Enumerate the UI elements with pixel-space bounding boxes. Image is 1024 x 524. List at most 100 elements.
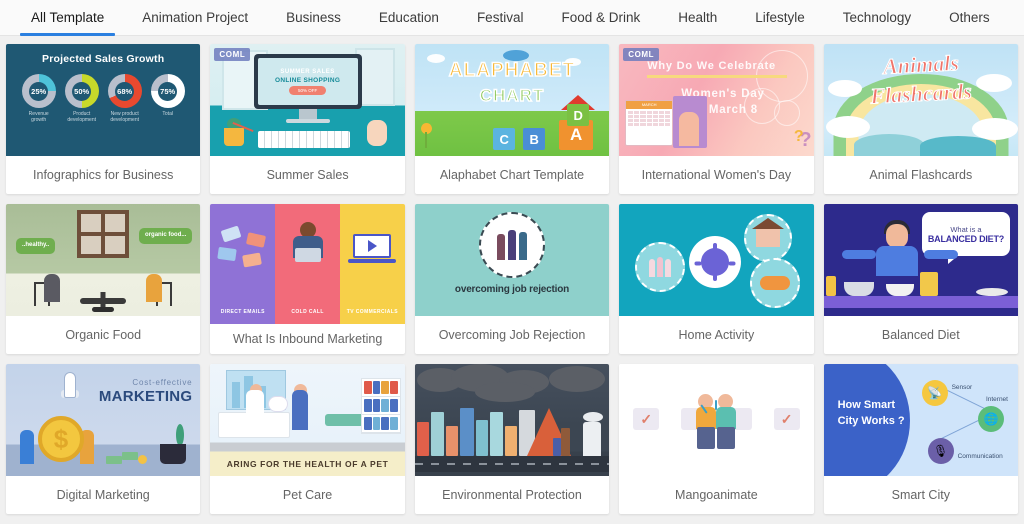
template-card[interactable]: COML Why Do We Celebrate Women's Day on … bbox=[619, 44, 814, 194]
donut-chart-group: 25% Revenue growth 50% Product developme… bbox=[21, 74, 186, 124]
template-caption: What Is Inbound Marketing bbox=[232, 331, 383, 346]
template-thumbnail: How Smart City Works ? 📡 Sensor 🌐 Intern… bbox=[823, 364, 1018, 476]
tab-lifestyle[interactable]: Lifestyle bbox=[736, 0, 824, 36]
panel-direct-emails: DIRECT EMAILS bbox=[210, 204, 276, 324]
template-thumbnail: COML SUMMER SALES ONLINE SHOPPING 50% OF… bbox=[210, 44, 405, 156]
tab-festival[interactable]: Festival bbox=[458, 0, 543, 36]
template-thumbnail: What is a BALANCED DIET? bbox=[823, 204, 1018, 316]
template-thumbnail bbox=[414, 364, 610, 476]
checkbox-icon: ✓ bbox=[633, 408, 660, 430]
template-card[interactable]: overcoming job rejection Overcoming Job … bbox=[414, 204, 610, 354]
template-card[interactable]: ARING FOR THE HEALTH OF A PET Pet Care bbox=[210, 364, 405, 514]
template-thumbnail: Cost-effective MARKETING $ bbox=[6, 364, 201, 476]
donut-value: 75% bbox=[160, 86, 176, 96]
box-icon bbox=[919, 272, 938, 296]
donut-label: New product development bbox=[110, 111, 139, 124]
plant-icon bbox=[176, 424, 185, 446]
person-illustration bbox=[44, 274, 60, 302]
person-legs bbox=[697, 427, 716, 449]
building-decor bbox=[475, 420, 488, 456]
envelope-icon bbox=[220, 225, 242, 243]
chimney-decor bbox=[552, 438, 561, 456]
people-circle bbox=[635, 242, 686, 292]
monitor-base bbox=[285, 119, 330, 123]
template-card[interactable]: ..healthy.. organic food... Organic Food bbox=[6, 204, 201, 354]
template-caption: Environmental Protection bbox=[442, 488, 582, 502]
screen-cta: 50% OFF bbox=[288, 85, 327, 95]
tab-label: Lifestyle bbox=[755, 9, 805, 25]
template-caption: Summer Sales bbox=[266, 168, 349, 182]
template-card[interactable]: Environmental Protection bbox=[414, 364, 610, 514]
template-card[interactable]: Projected Sales Growth 25% Revenue growt… bbox=[6, 44, 201, 194]
building-decor bbox=[445, 426, 458, 456]
thumb-title: Projected Sales Growth bbox=[42, 53, 165, 65]
calendar-month: MARCH bbox=[626, 101, 673, 109]
person-illustration bbox=[679, 112, 700, 146]
tab-technology[interactable]: Technology bbox=[824, 0, 930, 36]
letter-block: D bbox=[567, 104, 590, 126]
dog-icon bbox=[268, 396, 289, 412]
tab-health[interactable]: Health bbox=[659, 0, 736, 36]
template-thumbnail: ALAPHABET CHART C B A D bbox=[414, 44, 610, 156]
template-card[interactable]: How Smart City Works ? 📡 Sensor 🌐 Intern… bbox=[823, 364, 1018, 514]
tab-others[interactable]: Others bbox=[930, 0, 1009, 36]
template-card[interactable]: Cost-effective MARKETING $ Digital Marke… bbox=[6, 364, 201, 514]
monitor-illustration: SUMMER SALES ONLINE SHOPPING 50% OFF bbox=[253, 54, 362, 109]
food-circle bbox=[749, 258, 800, 308]
template-card[interactable]: ✓ ✓ Mangoanimate bbox=[619, 364, 814, 514]
template-card[interactable]: What is a BALANCED DIET? Balanced Diet bbox=[823, 204, 1018, 354]
template-card[interactable]: COML SUMMER SALES ONLINE SHOPPING 50% OF… bbox=[210, 44, 405, 194]
donut-item: 25% Revenue growth bbox=[21, 74, 57, 124]
tab-all-template[interactable]: All Template bbox=[12, 0, 123, 36]
art-word-1: ALAPHABET bbox=[448, 59, 576, 82]
person-illustration bbox=[716, 392, 737, 449]
building-decor bbox=[416, 422, 429, 456]
hill-decor bbox=[853, 134, 924, 156]
calendar-grid bbox=[626, 109, 672, 128]
template-grid: Projected Sales Growth 25% Revenue growt… bbox=[0, 36, 1024, 514]
envelope-icon bbox=[217, 246, 238, 262]
template-thumbnail: DIRECT EMAILS COLD CALL TV COMMERCIALS bbox=[210, 204, 405, 324]
house-circle bbox=[743, 214, 792, 262]
template-thumbnail: Animals Flashcards bbox=[823, 44, 1018, 156]
tab-label: All Template bbox=[31, 9, 105, 25]
headline-1: Cost-effective bbox=[132, 378, 193, 387]
table-surface bbox=[823, 296, 1018, 308]
building-decor bbox=[459, 408, 474, 456]
person-illustration bbox=[496, 234, 505, 260]
template-card[interactable]: Animals Flashcards Animal Flashcards bbox=[823, 44, 1018, 194]
donut-ring: 68% bbox=[107, 74, 142, 108]
envelope-icon bbox=[242, 252, 263, 268]
person-torso bbox=[875, 246, 918, 276]
headline-underline bbox=[647, 75, 788, 78]
banner-text: ARING FOR THE HEALTH OF A PET bbox=[226, 459, 389, 469]
bubble-decor bbox=[773, 100, 800, 126]
template-card[interactable]: ALAPHABET CHART C B A D Alaphabet Chart … bbox=[414, 44, 610, 194]
cloud-icon bbox=[825, 116, 870, 138]
template-badge: COML bbox=[214, 48, 251, 61]
coin-icon: $ bbox=[38, 416, 84, 462]
headline-2: MARKETING bbox=[98, 388, 193, 405]
tab-food-and-drink[interactable]: Food & Drink bbox=[542, 0, 659, 36]
tab-animation-project[interactable]: Animation Project bbox=[123, 0, 267, 36]
money-icon bbox=[122, 452, 138, 460]
table-top bbox=[80, 298, 127, 304]
building-decor bbox=[489, 412, 503, 456]
tab-education[interactable]: Education bbox=[360, 0, 458, 36]
tab-label: Others bbox=[949, 9, 990, 25]
donut-value: 50% bbox=[74, 86, 90, 96]
template-caption: Pet Care bbox=[282, 488, 333, 502]
plate-icon bbox=[975, 288, 1008, 296]
stem-decor bbox=[424, 132, 427, 148]
building-decor bbox=[232, 382, 241, 408]
template-caption: Overcoming Job Rejection bbox=[438, 328, 586, 342]
template-card[interactable]: DIRECT EMAILS COLD CALL TV COMMERCIALS W… bbox=[210, 204, 405, 354]
tab-label: Health bbox=[678, 9, 718, 25]
sensor-icon: 📡 bbox=[921, 380, 948, 406]
calendar-illustration: MARCH bbox=[625, 100, 674, 146]
coin-small-icon bbox=[138, 455, 147, 464]
tab-business[interactable]: Business bbox=[267, 0, 360, 36]
template-card[interactable]: Home Activity bbox=[619, 204, 814, 354]
panel-cold-call: COLD CALL bbox=[275, 204, 340, 324]
building-decor bbox=[430, 412, 444, 456]
